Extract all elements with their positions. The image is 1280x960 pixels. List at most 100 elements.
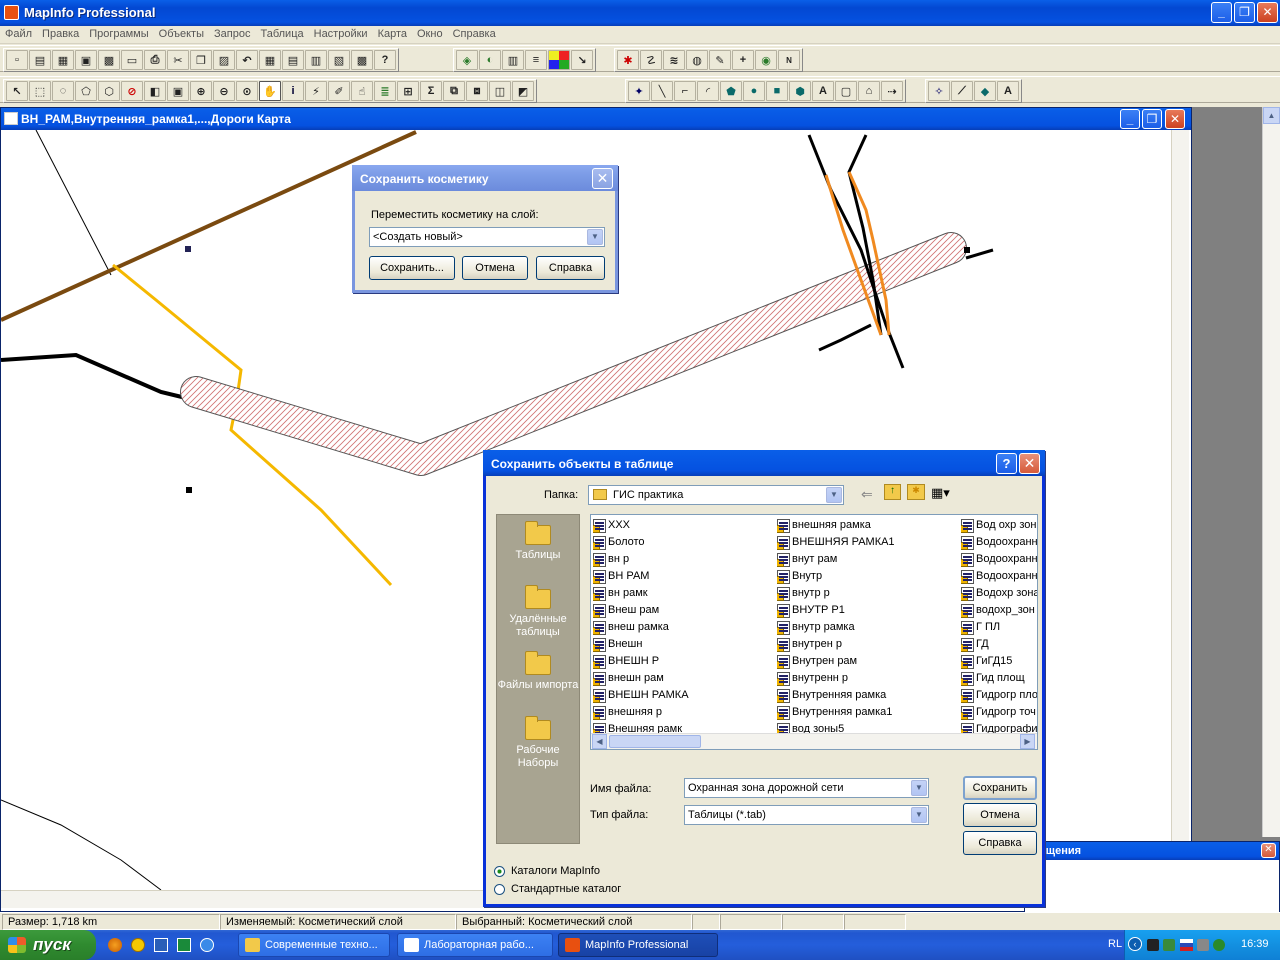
menu-window[interactable]: Окно — [412, 26, 448, 43]
messages-title-bar[interactable]: бщения ✕ — [1025, 842, 1279, 860]
graph-select-icon[interactable]: ▣ — [167, 81, 189, 101]
set-target-icon[interactable]: ⧈ — [466, 81, 488, 101]
zoom-in-icon[interactable]: ⊕ — [190, 81, 212, 101]
text-icon[interactable]: A — [812, 81, 834, 101]
view-menu-icon[interactable]: ▦▾ — [931, 485, 950, 501]
new-redistrict-icon[interactable]: ▩ — [351, 50, 373, 70]
line-icon[interactable]: ╲ — [651, 81, 673, 101]
task-folder[interactable]: Современные техно... — [238, 933, 390, 957]
thin-road-line[interactable] — [35, 130, 112, 276]
tool-h-icon[interactable]: N — [778, 50, 800, 70]
file-item[interactable]: Водоохранн — [961, 551, 1037, 568]
file-item[interactable]: ГД — [961, 636, 1037, 653]
chevron-down-icon[interactable]: ▼ — [587, 229, 603, 245]
save-objects-title-bar[interactable]: Сохранить объекты в таблице ? ✕ — [483, 450, 1045, 476]
file-list-horizontal-scrollbar[interactable]: ◀ ▶ — [591, 733, 1037, 749]
status-selected[interactable]: Выбранный: Косметический слой — [456, 914, 692, 930]
file-item[interactable]: ВНЕШН РАМКА — [593, 687, 773, 704]
new-mapper-icon[interactable]: ▤ — [282, 50, 304, 70]
file-item[interactable]: ВНУТР Р1 — [777, 602, 957, 619]
map-close-button[interactable]: ✕ — [1165, 109, 1185, 129]
radius-select-icon[interactable]: ◌ — [52, 81, 74, 101]
theme-icon[interactable] — [548, 50, 570, 70]
scroll-right-arrow[interactable]: ▶ — [1020, 734, 1035, 749]
legend-icon[interactable]: ◐ — [479, 50, 501, 70]
combine-icon[interactable]: ◫ — [489, 81, 511, 101]
file-item[interactable]: внут рам — [777, 551, 957, 568]
map-minimize-button[interactable]: _ — [1120, 109, 1140, 129]
menu-table[interactable]: Таблица — [255, 26, 308, 43]
tool-f-icon[interactable]: + — [732, 50, 754, 70]
place-workspaces[interactable]: Рабочие Наборы — [497, 716, 579, 770]
file-item[interactable]: ВН РАМ — [593, 568, 773, 585]
tray-icon-5[interactable] — [1213, 939, 1225, 951]
map-vertical-scrollbar[interactable] — [1171, 130, 1189, 890]
file-item[interactable]: внешняя рамка — [777, 517, 957, 534]
polyline-icon[interactable]: ⌐ — [674, 81, 696, 101]
new-browser-icon[interactable]: ▦ — [259, 50, 281, 70]
cosmetic-save-button[interactable]: Сохранить... — [369, 256, 455, 280]
ellipse-icon[interactable]: ● — [743, 81, 765, 101]
print-icon[interactable]: ⎙ — [144, 50, 166, 70]
menu-objects[interactable]: Объекты — [154, 26, 209, 43]
back-icon[interactable]: ⇐ — [861, 486, 873, 503]
ie-icon[interactable] — [200, 938, 214, 952]
layer-icon[interactable]: ≣ — [374, 81, 396, 101]
style-a-icon[interactable]: A — [997, 81, 1019, 101]
filename-chevron-down-icon[interactable]: ▼ — [911, 780, 927, 796]
save-cosmetic-close-button[interactable]: ✕ — [592, 168, 613, 189]
close-button[interactable]: ✕ — [1257, 2, 1278, 23]
text-style-icon[interactable]: ◆ — [974, 81, 996, 101]
symbol-icon[interactable]: ✦ — [628, 81, 650, 101]
language-indicator[interactable]: RL — [1108, 938, 1122, 950]
cancel-button[interactable]: Отмена — [963, 803, 1037, 827]
menu-query[interactable]: Запрос — [209, 26, 255, 43]
line-style-icon[interactable]: ✧ — [928, 81, 950, 101]
statistics-icon[interactable]: ▥ — [502, 50, 524, 70]
help-button[interactable]: Справка — [963, 831, 1037, 855]
open-icon[interactable]: ▤ — [29, 50, 51, 70]
file-item[interactable]: Водоохранн — [961, 568, 1037, 585]
tray-icon-2[interactable] — [1163, 939, 1175, 951]
tool-b-icon[interactable]: ☡ — [640, 50, 662, 70]
place-tables[interactable]: Таблицы — [497, 521, 579, 562]
file-item[interactable]: Г ПЛ — [961, 619, 1037, 636]
select-icon[interactable]: ↖ — [6, 81, 28, 101]
grabber-icon[interactable]: ✋ — [259, 81, 281, 101]
folder-select[interactable]: ГИС практика ▼ — [588, 485, 844, 505]
sum-icon[interactable]: Σ — [420, 81, 442, 101]
menu-programs[interactable]: Программы — [84, 26, 153, 43]
region-style-icon[interactable]: ⟋ — [951, 81, 973, 101]
radio-mapinfo-dirs[interactable]: Каталоги MapInfo — [494, 865, 600, 877]
file-item[interactable]: Водоохранн — [961, 534, 1037, 551]
menu-edit[interactable]: Правка — [37, 26, 84, 43]
file-item[interactable]: внутр р — [777, 585, 957, 602]
file-list[interactable]: XXX Болото вн р ВН РАМ вн рамк Внеш рам внеш р… — [590, 514, 1038, 750]
layer-control-icon[interactable]: ◈ — [456, 50, 478, 70]
node-marker[interactable] — [185, 246, 191, 252]
file-item[interactable]: ГиГД15 — [961, 653, 1037, 670]
menu-file[interactable]: Файл — [0, 26, 37, 43]
word-icon[interactable] — [154, 938, 168, 952]
arc-icon[interactable]: ◜ — [697, 81, 719, 101]
open-workspace-icon[interactable]: ▦ — [52, 50, 74, 70]
place-import-files[interactable]: Файлы импорта — [497, 651, 579, 692]
map-window-title-bar[interactable]: ВН_РАМ,Внутренняя_рамка1,...,Дороги Карт… — [1, 108, 1191, 130]
polygon-select-icon[interactable]: ⬠ — [75, 81, 97, 101]
dialog-help-button[interactable]: ? — [996, 453, 1017, 474]
place-remote-tables[interactable]: Удалённые таблицы — [497, 585, 579, 639]
hotlink-icon[interactable]: ⚡ — [305, 81, 327, 101]
boundary-select-icon[interactable]: ⬡ — [98, 81, 120, 101]
app-vertical-scrollbar[interactable]: ▲ — [1262, 107, 1280, 837]
tool-a-icon[interactable]: ✱ — [617, 50, 639, 70]
scroll-left-arrow[interactable]: ◀ — [592, 734, 607, 749]
info-tool-icon[interactable]: i — [282, 81, 304, 101]
scroll-up-arrow[interactable]: ▲ — [1263, 107, 1280, 124]
file-item[interactable]: Внутрен рам — [777, 653, 957, 670]
save-workspace-icon[interactable]: ▩ — [98, 50, 120, 70]
tray-icon-4[interactable] — [1197, 939, 1209, 951]
file-item[interactable]: Внутренняя рамка1 — [777, 704, 957, 721]
file-item[interactable]: ВНЕШНЯЯ РАМКА1 — [777, 534, 957, 551]
file-item[interactable]: Гидрогр точ — [961, 704, 1037, 721]
file-item[interactable]: Гидрогр пло — [961, 687, 1037, 704]
